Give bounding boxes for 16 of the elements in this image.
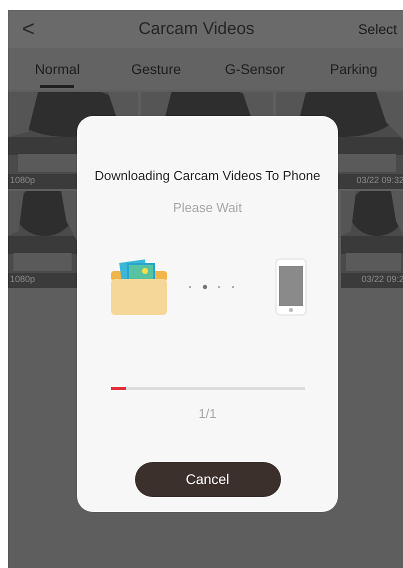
progress-count: 1/1 bbox=[198, 405, 217, 423]
phone-icon bbox=[274, 258, 306, 316]
tab[interactable]: G-Sensor bbox=[206, 48, 304, 90]
back-button[interactable]: < bbox=[22, 18, 35, 40]
photo-folder-icon bbox=[108, 257, 168, 317]
tab[interactable]: Normal bbox=[8, 48, 107, 90]
resolution-label: 1080p bbox=[10, 272, 36, 286]
screen-title: Carcam Videos bbox=[138, 18, 256, 40]
dialog-subtitle: Please Wait bbox=[173, 198, 242, 216]
select-button[interactable]: Select bbox=[358, 18, 397, 40]
loading-dots-icon bbox=[186, 284, 234, 290]
cancel-button[interactable]: Cancel bbox=[134, 462, 280, 496]
dialog-title: Downloading Carcam Videos To Phone bbox=[94, 167, 320, 185]
tab[interactable]: Gesture bbox=[106, 48, 206, 90]
tab[interactable]: Parking bbox=[304, 48, 403, 90]
resolution-label: 1080p bbox=[10, 174, 36, 187]
